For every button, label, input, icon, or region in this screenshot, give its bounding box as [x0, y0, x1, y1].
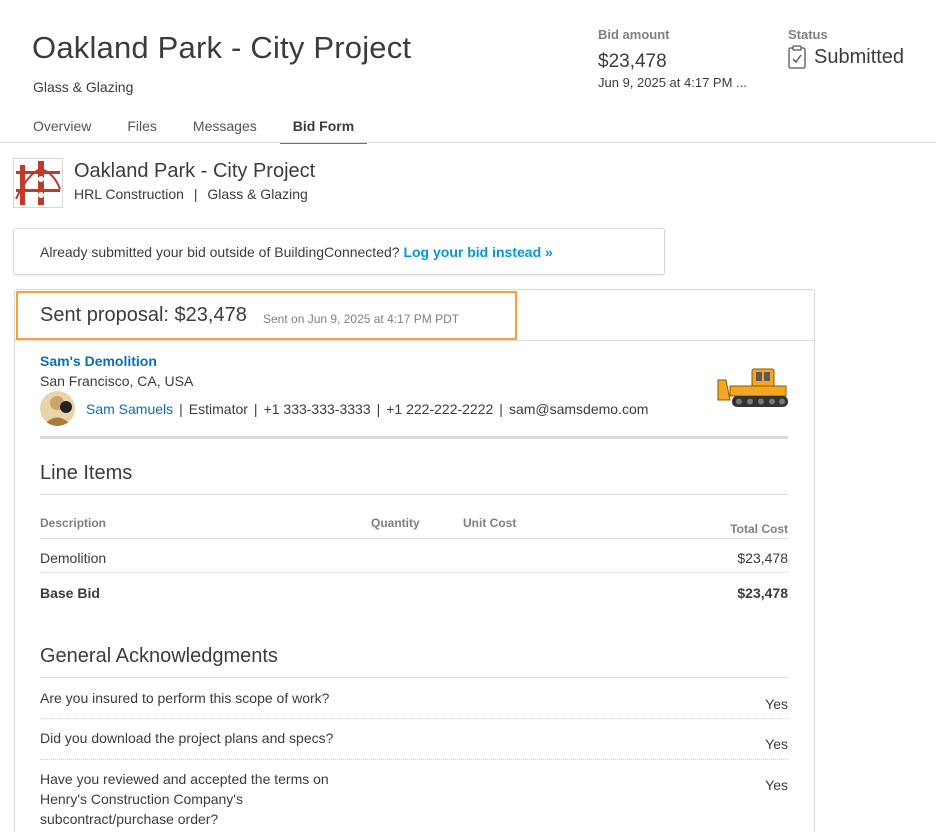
contact-line: Sam Samuels | Estimator | +1 333-333-3333 | +1…	[86, 401, 648, 417]
base-bid-label: Base Bid	[40, 585, 100, 601]
bridge-logo	[13, 158, 63, 208]
clipboard-check-icon	[788, 45, 806, 69]
separator: |	[499, 401, 503, 417]
bidder-location: San Francisco, CA, USA	[40, 373, 194, 389]
ack-question: Did you download the project plans and s…	[40, 730, 334, 746]
bid-date: Jun 9, 2025 at 4:17 PM ...	[598, 75, 747, 90]
tab-bar: Overview Files Messages Bid Form	[20, 116, 377, 144]
acknowledgments-title: General Acknowledgments	[40, 645, 278, 667]
project-info-subtitle: HRL Construction | Glass & Glazing	[74, 186, 308, 202]
separator: |	[253, 401, 258, 417]
tab-messages[interactable]: Messages	[180, 116, 270, 144]
bid-amount-label: Bid amount	[598, 27, 670, 42]
status-text: Submitted	[814, 45, 905, 68]
ack-answer: Yes	[765, 696, 788, 712]
contact-divider	[40, 436, 788, 439]
table-header-divider	[40, 538, 788, 539]
row-divider	[40, 759, 788, 760]
bidder-company-link[interactable]: Sam's Demolition	[40, 353, 157, 369]
contact-email: sam@samsdemo.com	[508, 401, 649, 417]
status-label: Status	[788, 27, 828, 42]
card-header-divider	[15, 340, 814, 341]
already-submitted-notice: Already submitted your bid outside of Bu…	[13, 228, 665, 275]
ack-question: Have you reviewed and accepted the terms…	[40, 771, 329, 827]
contact-phone-2: +1 222-222-2222	[386, 401, 494, 417]
col-unit-cost: Unit Cost	[463, 516, 517, 530]
ack-answer: Yes	[765, 777, 788, 793]
contact-phone-1: +1 333-333-3333	[263, 401, 371, 417]
status-value: Submitted	[788, 45, 904, 69]
tabs-divider	[0, 142, 936, 143]
page-title: Oakland Park - City Project	[32, 30, 412, 65]
gc-company: HRL Construction	[74, 186, 184, 202]
row-divider	[40, 718, 788, 719]
proposal-sent-date: Sent on Jun 9, 2025 at 4:17 PM PDT	[263, 312, 460, 326]
user-avatar	[40, 391, 75, 426]
line-items-title: Line Items	[40, 462, 133, 484]
project-info-trade: Glass & Glazing	[207, 186, 308, 202]
col-total-cost: Total Cost	[730, 522, 788, 536]
tab-bid-form[interactable]: Bid Form	[279, 116, 368, 144]
line-item-total: $23,478	[737, 550, 788, 566]
proposal-title: Sent proposal: $23,478	[40, 304, 247, 326]
separator: |	[376, 401, 381, 417]
project-trade: Glass & Glazing	[33, 79, 134, 95]
contact-name-link[interactable]: Sam Samuels	[86, 401, 173, 417]
notice-text: Already submitted your bid outside of Bu…	[40, 244, 400, 260]
line-item-description: Demolition	[40, 550, 107, 566]
row-divider	[40, 572, 788, 573]
ack-question: Are you insured to perform this scope of…	[40, 690, 330, 706]
col-quantity: Quantity	[371, 516, 420, 530]
project-info-title: Oakland Park - City Project	[74, 160, 316, 182]
bid-amount-value: $23,478	[598, 51, 667, 72]
log-bid-link[interactable]: Log your bid instead »	[403, 244, 552, 260]
ack-answer: Yes	[765, 736, 788, 752]
col-description: Description	[40, 516, 107, 530]
base-bid-total: $23,478	[737, 585, 788, 601]
line-items-divider	[40, 494, 788, 495]
bulldozer-icon	[716, 366, 790, 417]
acknowledgments-divider	[40, 677, 788, 678]
separator: |	[179, 401, 183, 417]
separator: |	[193, 186, 198, 202]
bid-amount-block: Bid amount $23,478 Jun 9, 2025 at 4:17 P…	[598, 27, 747, 90]
tab-overview[interactable]: Overview	[20, 116, 104, 144]
status-block: Status Submitted	[788, 27, 904, 69]
tab-files[interactable]: Files	[114, 116, 170, 144]
contact-role: Estimator	[188, 401, 248, 417]
